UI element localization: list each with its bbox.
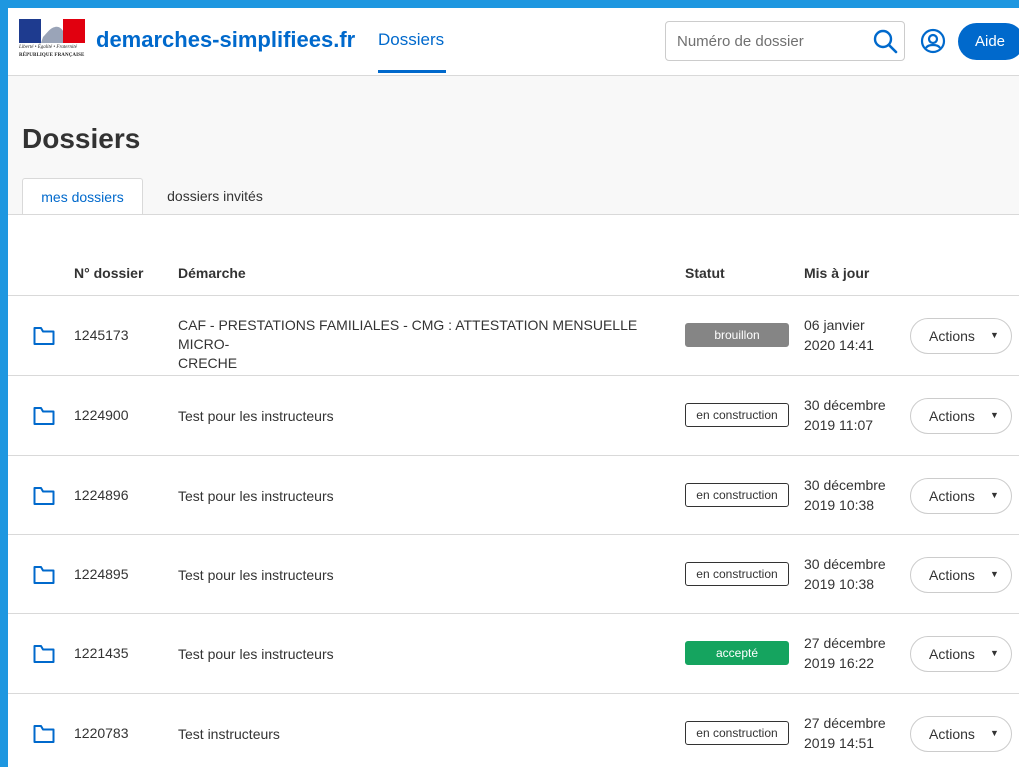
procedure-name[interactable]: Test pour les instructeurs	[178, 407, 673, 426]
dossier-number[interactable]: 1224895	[74, 566, 129, 582]
updated-date: 30 décembre 2019 10:38	[804, 554, 886, 594]
updated-date: 27 décembre 2019 16:22	[804, 633, 886, 673]
procedure-name[interactable]: Test pour les instructeurs	[178, 487, 673, 506]
column-header-updated[interactable]: Mis à jour	[804, 265, 869, 281]
actions-dropdown-button[interactable]: Actions ▼	[910, 636, 1012, 672]
actions-dropdown-button[interactable]: Actions ▼	[910, 398, 1012, 434]
actions-label: Actions	[929, 328, 975, 344]
search-icon[interactable]	[872, 28, 898, 54]
actions-dropdown-button[interactable]: Actions ▼	[910, 478, 1012, 514]
table-row[interactable]: 1224895 Test pour les instructeurs en co…	[8, 534, 1019, 613]
actions-dropdown-button[interactable]: Actions ▼	[910, 318, 1012, 354]
actions-label: Actions	[929, 567, 975, 583]
updated-date-time: 2020 14:41	[804, 337, 875, 353]
search-box	[665, 21, 905, 61]
procedure-name[interactable]: Test pour les instructeurs	[178, 645, 673, 664]
procedure-name-line: CAF - PRESTATIONS FAMILIALES - CMG : ATT…	[178, 317, 638, 352]
status-badge: accepté	[685, 641, 789, 665]
procedure-name[interactable]: CAF - PRESTATIONS FAMILIALES - CMG : ATT…	[178, 316, 673, 373]
site-name-link[interactable]: demarches-simplifiees.fr	[96, 27, 355, 53]
tab-dossiers-invites[interactable]: dossiers invités	[156, 178, 274, 215]
procedure-name[interactable]: Test pour les instructeurs	[178, 566, 673, 585]
table-row[interactable]: 1224900 Test pour les instructeurs en co…	[8, 375, 1019, 454]
table-row[interactable]: 1245173 CAF - PRESTATIONS FAMILIALES - C…	[8, 295, 1019, 374]
flag-white-band	[41, 19, 63, 43]
actions-dropdown-button[interactable]: Actions ▼	[910, 716, 1012, 752]
updated-date-day: 30 décembre	[804, 397, 886, 413]
folder-icon[interactable]	[33, 565, 55, 585]
updated-date-day: 06 janvier	[804, 317, 865, 333]
updated-date: 06 janvier 2020 14:41	[804, 315, 874, 355]
procedure-name-line: CRECHE	[178, 355, 238, 371]
status-badge: en construction	[685, 562, 789, 586]
flag-red-band	[63, 19, 85, 43]
updated-date: 30 décembre 2019 10:38	[804, 475, 886, 515]
nav-active-underline	[378, 70, 446, 73]
table-row[interactable]: 1221435 Test pour les instructeurs accep…	[8, 613, 1019, 692]
marianne-profile-icon	[41, 26, 63, 43]
updated-date-time: 2019 11:07	[804, 417, 874, 433]
actions-dropdown-button[interactable]: Actions ▼	[910, 557, 1012, 593]
dossier-number[interactable]: 1224900	[74, 407, 129, 423]
updated-date-day: 30 décembre	[804, 477, 886, 493]
logo-republic-text: RÉPUBLIQUE FRANÇAISE	[19, 53, 85, 58]
updated-date-day: 27 décembre	[804, 715, 886, 731]
updated-date: 30 décembre 2019 11:07	[804, 395, 886, 435]
page-title: Dossiers	[22, 123, 141, 154]
table-row[interactable]: 1220783 Test instructeurs en constructio…	[8, 693, 1019, 767]
updated-date-day: 27 décembre	[804, 635, 886, 651]
updated-date-time: 2019 16:22	[804, 655, 875, 671]
nav-dossiers-link[interactable]: Dossiers	[378, 30, 444, 50]
caret-down-icon: ▼	[990, 569, 999, 579]
status-badge: en construction	[685, 403, 789, 427]
column-header-number[interactable]: N° dossier	[74, 265, 143, 281]
republique-francaise-logo[interactable]: Liberté • Égalité • Fraternité RÉPUBLIQU…	[19, 19, 85, 61]
dossier-number[interactable]: 1220783	[74, 725, 129, 741]
actions-label: Actions	[929, 726, 975, 742]
caret-down-icon: ▼	[990, 410, 999, 420]
column-header-status[interactable]: Statut	[685, 265, 725, 281]
dossier-number[interactable]: 1221435	[74, 645, 129, 661]
updated-date-time: 2019 14:51	[804, 735, 875, 751]
folder-icon[interactable]	[33, 486, 55, 506]
dossier-number[interactable]: 1224896	[74, 487, 129, 503]
caret-down-icon: ▼	[990, 330, 999, 340]
status-badge: en construction	[685, 721, 789, 745]
caret-down-icon: ▼	[990, 490, 999, 500]
procedure-name[interactable]: Test instructeurs	[178, 725, 673, 744]
table-row[interactable]: 1224896 Test pour les instructeurs en co…	[8, 455, 1019, 534]
status-badge: brouillon	[685, 323, 789, 347]
status-badge: en construction	[685, 483, 789, 507]
updated-date: 27 décembre 2019 14:51	[804, 713, 886, 753]
app-window: Liberté • Égalité • Fraternité RÉPUBLIQU…	[8, 8, 1019, 767]
dossier-number[interactable]: 1245173	[74, 327, 129, 343]
updated-date-time: 2019 10:38	[804, 497, 875, 513]
folder-icon[interactable]	[33, 724, 55, 744]
dossiers-table: N° dossier Démarche Statut Mis à jour 12…	[8, 215, 1019, 767]
logo-motto: Liberté • Égalité • Fraternité	[19, 45, 77, 50]
user-circle-icon[interactable]	[920, 28, 946, 54]
updated-date-time: 2019 10:38	[804, 576, 875, 592]
site-header: Liberté • Égalité • Fraternité RÉPUBLIQU…	[8, 8, 1019, 76]
tab-mes-dossiers[interactable]: mes dossiers	[22, 178, 143, 215]
actions-label: Actions	[929, 646, 975, 662]
caret-down-icon: ▼	[990, 648, 999, 658]
actions-label: Actions	[929, 488, 975, 504]
folder-icon[interactable]	[33, 644, 55, 664]
tricolor-flag-icon	[19, 19, 85, 43]
caret-down-icon: ▼	[990, 728, 999, 738]
column-header-procedure[interactable]: Démarche	[178, 265, 246, 281]
search-input[interactable]	[666, 22, 866, 60]
folder-icon[interactable]	[33, 406, 55, 426]
actions-label: Actions	[929, 408, 975, 424]
flag-blue-band	[19, 19, 41, 43]
folder-icon[interactable]	[33, 326, 55, 346]
updated-date-day: 30 décembre	[804, 556, 886, 572]
help-button[interactable]: Aide	[958, 23, 1019, 60]
